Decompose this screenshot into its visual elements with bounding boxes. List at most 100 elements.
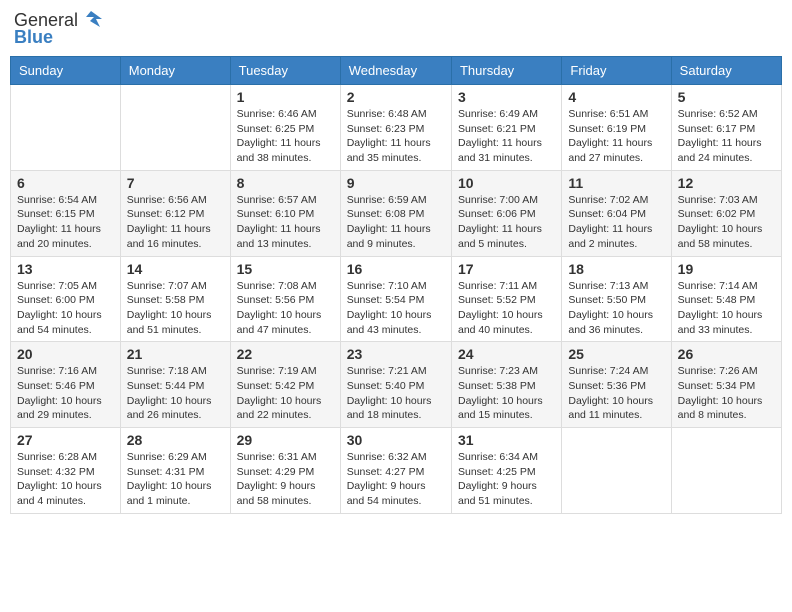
day-number: 31 <box>458 432 555 448</box>
day-number: 8 <box>237 175 334 191</box>
day-info: Sunrise: 7:03 AM Sunset: 6:02 PM Dayligh… <box>678 193 775 252</box>
day-info: Sunrise: 7:07 AM Sunset: 5:58 PM Dayligh… <box>127 279 224 338</box>
day-number: 7 <box>127 175 224 191</box>
calendar-cell: 2 Sunrise: 6:48 AM Sunset: 6:23 PM Daylig… <box>340 85 451 171</box>
calendar-table: SundayMondayTuesdayWednesdayThursdayFrid… <box>10 56 782 514</box>
day-header-friday: Friday <box>562 57 671 85</box>
day-info: Sunrise: 6:31 AM Sunset: 4:29 PM Dayligh… <box>237 450 334 509</box>
day-header-tuesday: Tuesday <box>230 57 340 85</box>
calendar-cell: 17Sunrise: 7:11 AM Sunset: 5:52 PM Dayli… <box>451 256 561 342</box>
week-row-4: 20 Sunrise: 7:16 AM Sunset: 5:46 PM Dayli… <box>11 342 782 428</box>
day-info: Sunrise: 7:23 AM Sunset: 5:38 PM Dayligh… <box>458 364 555 423</box>
calendar-cell: 10 Sunrise: 7:00 AM Sunset: 6:06 PM Dayli… <box>451 170 561 256</box>
week-row-2: 6 Sunrise: 6:54 AM Sunset: 6:15 PM Daylig… <box>11 170 782 256</box>
calendar-cell: 3Sunrise: 6:49 AM Sunset: 6:21 PM Daylig… <box>451 85 561 171</box>
day-number: 1 <box>237 89 334 105</box>
day-info: Sunrise: 7:08 AM Sunset: 5:56 PM Dayligh… <box>237 279 334 338</box>
day-number: 20 <box>17 346 114 362</box>
day-number: 19 <box>678 261 775 277</box>
calendar-cell: 27 Sunrise: 6:28 AM Sunset: 4:32 PM Dayli… <box>11 428 121 514</box>
day-info: Sunrise: 7:14 AM Sunset: 5:48 PM Dayligh… <box>678 279 775 338</box>
calendar-cell: 26Sunrise: 7:26 AM Sunset: 5:34 PM Dayli… <box>671 342 781 428</box>
day-header-wednesday: Wednesday <box>340 57 451 85</box>
day-number: 25 <box>568 346 664 362</box>
day-number: 6 <box>17 175 114 191</box>
calendar-cell: 16Sunrise: 7:10 AM Sunset: 5:54 PM Dayli… <box>340 256 451 342</box>
calendar-cell <box>11 85 121 171</box>
logo: General Blue <box>14 10 102 48</box>
calendar-cell: 19 Sunrise: 7:14 AM Sunset: 5:48 PM Dayli… <box>671 256 781 342</box>
day-header-monday: Monday <box>120 57 230 85</box>
day-info: Sunrise: 6:34 AM Sunset: 4:25 PM Dayligh… <box>458 450 555 509</box>
day-number: 5 <box>678 89 775 105</box>
day-number: 21 <box>127 346 224 362</box>
day-number: 29 <box>237 432 334 448</box>
calendar-cell: 14 Sunrise: 7:07 AM Sunset: 5:58 PM Dayli… <box>120 256 230 342</box>
day-number: 18 <box>568 261 664 277</box>
day-number: 27 <box>17 432 114 448</box>
calendar-cell: 13 Sunrise: 7:05 AM Sunset: 6:00 PM Dayli… <box>11 256 121 342</box>
day-number: 17 <box>458 261 555 277</box>
calendar-cell: 11 Sunrise: 7:02 AM Sunset: 6:04 PM Dayli… <box>562 170 671 256</box>
day-number: 30 <box>347 432 445 448</box>
calendar-cell: 20 Sunrise: 7:16 AM Sunset: 5:46 PM Dayli… <box>11 342 121 428</box>
day-number: 22 <box>237 346 334 362</box>
day-number: 14 <box>127 261 224 277</box>
week-row-1: 1 Sunrise: 6:46 AM Sunset: 6:25 PM Daylig… <box>11 85 782 171</box>
day-number: 15 <box>237 261 334 277</box>
day-info: Sunrise: 7:10 AM Sunset: 5:54 PM Dayligh… <box>347 279 445 338</box>
day-info: Sunrise: 6:56 AM Sunset: 6:12 PM Dayligh… <box>127 193 224 252</box>
day-info: Sunrise: 6:28 AM Sunset: 4:32 PM Dayligh… <box>17 450 114 509</box>
day-header-thursday: Thursday <box>451 57 561 85</box>
calendar-cell: 5 Sunrise: 6:52 AM Sunset: 6:17 PM Daylig… <box>671 85 781 171</box>
calendar-cell: 6 Sunrise: 6:54 AM Sunset: 6:15 PM Daylig… <box>11 170 121 256</box>
calendar-cell <box>671 428 781 514</box>
calendar-cell: 30 Sunrise: 6:32 AM Sunset: 4:27 PM Dayli… <box>340 428 451 514</box>
day-info: Sunrise: 6:54 AM Sunset: 6:15 PM Dayligh… <box>17 193 114 252</box>
day-number: 4 <box>568 89 664 105</box>
day-header-saturday: Saturday <box>671 57 781 85</box>
calendar-cell: 12 Sunrise: 7:03 AM Sunset: 6:02 PM Dayli… <box>671 170 781 256</box>
day-number: 28 <box>127 432 224 448</box>
calendar-cell: 1 Sunrise: 6:46 AM Sunset: 6:25 PM Daylig… <box>230 85 340 171</box>
calendar-cell: 4 Sunrise: 6:51 AM Sunset: 6:19 PM Daylig… <box>562 85 671 171</box>
day-info: Sunrise: 6:52 AM Sunset: 6:17 PM Dayligh… <box>678 107 775 166</box>
calendar-cell: 18 Sunrise: 7:13 AM Sunset: 5:50 PM Dayli… <box>562 256 671 342</box>
calendar-cell: 8 Sunrise: 6:57 AM Sunset: 6:10 PM Daylig… <box>230 170 340 256</box>
day-number: 13 <box>17 261 114 277</box>
day-number: 24 <box>458 346 555 362</box>
calendar-cell: 23Sunrise: 7:21 AM Sunset: 5:40 PM Dayli… <box>340 342 451 428</box>
day-number: 2 <box>347 89 445 105</box>
day-info: Sunrise: 7:02 AM Sunset: 6:04 PM Dayligh… <box>568 193 664 252</box>
logo-blue-text: Blue <box>14 27 53 48</box>
day-number: 23 <box>347 346 445 362</box>
day-info: Sunrise: 6:32 AM Sunset: 4:27 PM Dayligh… <box>347 450 445 509</box>
day-info: Sunrise: 6:59 AM Sunset: 6:08 PM Dayligh… <box>347 193 445 252</box>
day-info: Sunrise: 6:29 AM Sunset: 4:31 PM Dayligh… <box>127 450 224 509</box>
day-info: Sunrise: 6:48 AM Sunset: 6:23 PM Dayligh… <box>347 107 445 166</box>
day-info: Sunrise: 6:46 AM Sunset: 6:25 PM Dayligh… <box>237 107 334 166</box>
day-info: Sunrise: 6:51 AM Sunset: 6:19 PM Dayligh… <box>568 107 664 166</box>
page-header: General Blue <box>10 10 782 48</box>
day-number: 11 <box>568 175 664 191</box>
day-info: Sunrise: 7:05 AM Sunset: 6:00 PM Dayligh… <box>17 279 114 338</box>
calendar-cell: 21Sunrise: 7:18 AM Sunset: 5:44 PM Dayli… <box>120 342 230 428</box>
calendar-cell: 31 Sunrise: 6:34 AM Sunset: 4:25 PM Dayli… <box>451 428 561 514</box>
day-info: Sunrise: 7:13 AM Sunset: 5:50 PM Dayligh… <box>568 279 664 338</box>
calendar-cell: 22Sunrise: 7:19 AM Sunset: 5:42 PM Dayli… <box>230 342 340 428</box>
day-number: 12 <box>678 175 775 191</box>
calendar-cell: 24 Sunrise: 7:23 AM Sunset: 5:38 PM Dayli… <box>451 342 561 428</box>
logo-bird-icon <box>80 9 102 31</box>
day-info: Sunrise: 7:00 AM Sunset: 6:06 PM Dayligh… <box>458 193 555 252</box>
day-info: Sunrise: 7:26 AM Sunset: 5:34 PM Dayligh… <box>678 364 775 423</box>
week-row-3: 13 Sunrise: 7:05 AM Sunset: 6:00 PM Dayli… <box>11 256 782 342</box>
calendar-header-row: SundayMondayTuesdayWednesdayThursdayFrid… <box>11 57 782 85</box>
day-info: Sunrise: 7:16 AM Sunset: 5:46 PM Dayligh… <box>17 364 114 423</box>
day-info: Sunrise: 6:57 AM Sunset: 6:10 PM Dayligh… <box>237 193 334 252</box>
day-number: 10 <box>458 175 555 191</box>
week-row-5: 27 Sunrise: 6:28 AM Sunset: 4:32 PM Dayli… <box>11 428 782 514</box>
calendar-cell: 25Sunrise: 7:24 AM Sunset: 5:36 PM Dayli… <box>562 342 671 428</box>
day-header-sunday: Sunday <box>11 57 121 85</box>
calendar-cell: 29 Sunrise: 6:31 AM Sunset: 4:29 PM Dayli… <box>230 428 340 514</box>
day-info: Sunrise: 6:49 AM Sunset: 6:21 PM Dayligh… <box>458 107 555 166</box>
